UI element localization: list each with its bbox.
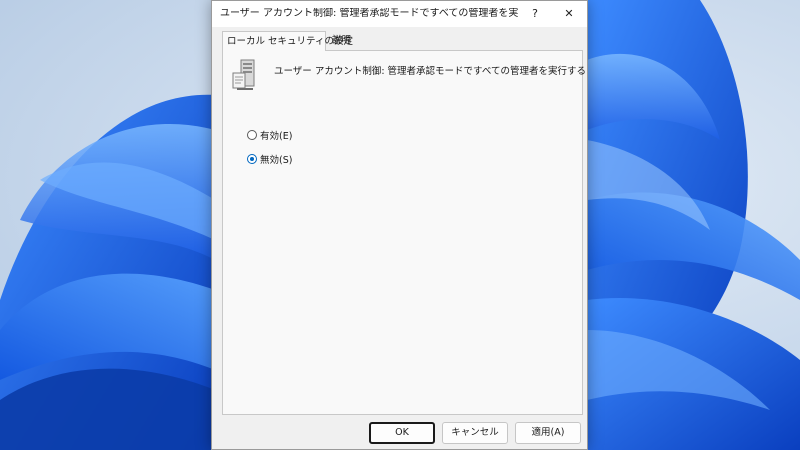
title-bar: ユーザー アカウント制御: 管理者承認モードですべての管理者を実行するのプロ..…: [212, 1, 587, 27]
cancel-button[interactable]: キャンセル: [442, 422, 508, 444]
ok-button[interactable]: OK: [369, 422, 435, 444]
radio-enabled[interactable]: 有効(E): [247, 128, 292, 142]
radio-enabled-label: 有効(E): [260, 131, 293, 142]
tab-local-security-setting[interactable]: ローカル セキュリティの設定: [222, 31, 353, 51]
close-button[interactable]: ✕: [551, 1, 587, 27]
policy-name: ユーザー アカウント制御: 管理者承認モードですべての管理者を実行する: [274, 66, 587, 77]
tab-bar: ローカル セキュリティの設定 説明: [222, 31, 582, 51]
server-policy-icon: [232, 59, 255, 90]
radio-disabled-label: 無効(S): [260, 155, 293, 166]
radio-disabled-circle[interactable]: [247, 154, 257, 164]
radio-disabled[interactable]: 無効(S): [247, 152, 292, 166]
tab-panel: ユーザー アカウント制御: 管理者承認モードですべての管理者を実行する 有効(E…: [222, 50, 587, 415]
policy-properties-dialog: ユーザー アカウント制御: 管理者承認モードですべての管理者を実行するのプロ..…: [211, 0, 588, 450]
radio-enabled-circle[interactable]: [247, 130, 257, 140]
apply-button[interactable]: 適用(A): [515, 422, 581, 444]
window-title: ユーザー アカウント制御: 管理者承認モードですべての管理者を実行するのプロ..…: [220, 8, 518, 19]
help-button[interactable]: ?: [517, 1, 553, 27]
